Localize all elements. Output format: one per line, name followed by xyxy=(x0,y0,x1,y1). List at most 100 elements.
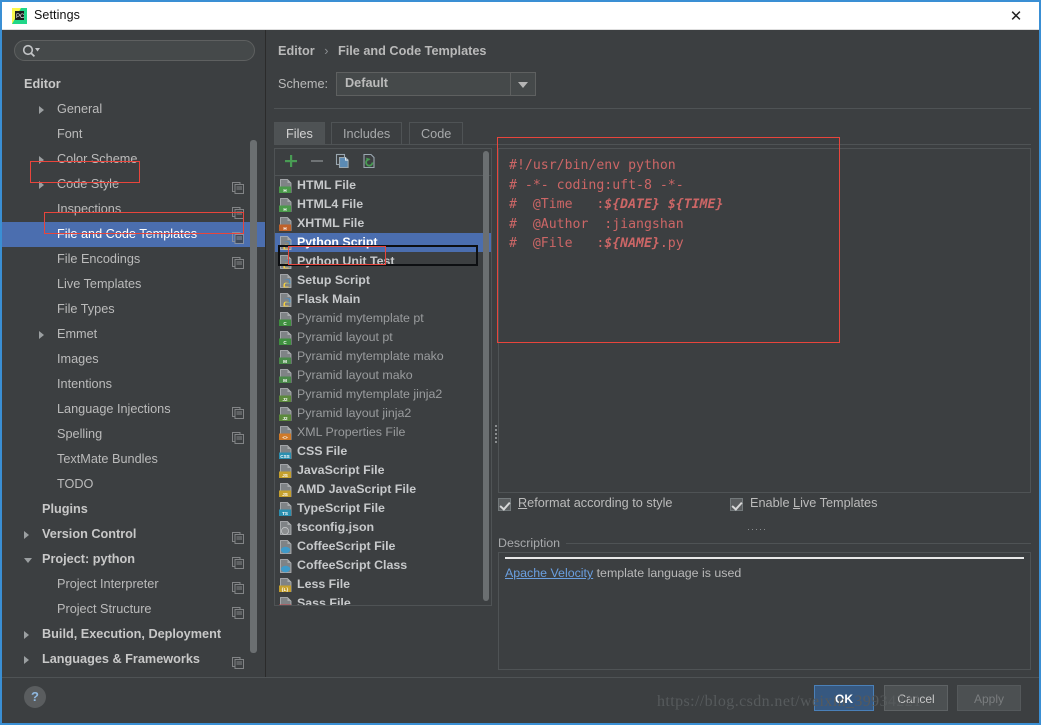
chevron-right-icon[interactable] xyxy=(24,656,29,664)
sidebar-item-live-templates[interactable]: Live Templates xyxy=(2,272,265,297)
template-list-item[interactable]: SASS Sass File xyxy=(275,594,491,605)
tab-files[interactable]: Files xyxy=(274,122,325,145)
template-list-item[interactable]: Python Script xyxy=(275,233,491,252)
template-list-item[interactable]: M Pyramid layout mako xyxy=(275,366,491,385)
sidebar-item-font[interactable]: Font xyxy=(2,122,265,147)
sidebar-item-project-python[interactable]: Project: python xyxy=(2,547,265,572)
template-list-item-label: tsconfig.json xyxy=(297,520,375,534)
sidebar-item-file-encodings[interactable]: File Encodings xyxy=(2,247,265,272)
chevron-right-icon[interactable] xyxy=(24,531,29,539)
chevron-right-icon[interactable] xyxy=(24,631,29,639)
chevron-down-icon[interactable] xyxy=(24,558,32,563)
sidebar-item-images[interactable]: Images xyxy=(2,347,265,372)
search-input[interactable] xyxy=(14,40,255,61)
tabs-underline xyxy=(274,144,1031,145)
template-list-scrollbar[interactable] xyxy=(483,151,489,601)
sidebar-item-editor[interactable]: Editor xyxy=(2,72,265,97)
watermark-text: https://blog.csdn.net/weixin_39934221 xyxy=(657,693,922,710)
template-list-item[interactable]: M Pyramid mytemplate mako xyxy=(275,347,491,366)
tab-includes[interactable]: Includes xyxy=(331,122,403,145)
template-list-item[interactable]: Flask Main xyxy=(275,290,491,309)
sidebar-item-todo[interactable]: TODO xyxy=(2,472,265,497)
sidebar-item-label: Language Injections xyxy=(57,402,171,416)
template-list-item[interactable]: H HTML File xyxy=(275,176,491,195)
scheme-dropdown[interactable]: Default xyxy=(336,72,536,96)
dialog-footer: ? OK Cancel Apply https://blog.csdn.net/… xyxy=(2,677,1039,723)
template-list-item[interactable]: H HTML4 File xyxy=(275,195,491,214)
sidebar-scrollbar[interactable] xyxy=(250,140,257,653)
chevron-right-icon[interactable] xyxy=(39,156,44,164)
sidebar-item-label: Live Templates xyxy=(57,277,142,291)
sidebar-item-inspections[interactable]: Inspections xyxy=(2,197,265,222)
template-list-item[interactable]: <> XML Properties File xyxy=(275,423,491,442)
sidebar-item-textmate-bundles[interactable]: TextMate Bundles xyxy=(2,447,265,472)
sidebar-item-color-scheme[interactable]: Color Scheme xyxy=(2,147,265,172)
sidebar-item-version-control[interactable]: Version Control xyxy=(2,522,265,547)
sidebar-item-label: Spelling xyxy=(57,427,103,441)
template-list[interactable]: H HTML File H HTML4 File H XHTML File Python S… xyxy=(275,175,491,605)
template-list-item[interactable]: {L} Less File xyxy=(275,575,491,594)
sidebar-item-file-types[interactable]: File Types xyxy=(2,297,265,322)
sidebar-item-intentions[interactable]: Intentions xyxy=(2,372,265,397)
ok-button[interactable]: OK xyxy=(814,685,874,711)
sidebar-item-languages-frameworks[interactable]: Languages & Frameworks xyxy=(2,647,265,672)
template-list-item[interactable]: J2 Pyramid mytemplate jinja2 xyxy=(275,385,491,404)
svg-text:<>: <> xyxy=(282,435,288,440)
sidebar-item-general[interactable]: General xyxy=(2,97,265,122)
apache-velocity-link[interactable]: Apache Velocity xyxy=(505,566,593,580)
help-button[interactable]: ? xyxy=(24,686,46,708)
template-editor[interactable]: #!/usr/bin/env python # -*- coding:uft-8… xyxy=(498,148,1031,493)
remove-template-button[interactable] xyxy=(309,153,325,174)
settings-tree[interactable]: Editor General Font Color Scheme Code Style I… xyxy=(2,72,265,678)
scheme-label: Scheme: xyxy=(278,77,329,91)
coffeescript-file-icon xyxy=(279,559,292,573)
settings-content: Editor › File and Code Templates Scheme:… xyxy=(266,30,1039,678)
template-list-item-label: Pyramid layout mako xyxy=(297,368,413,382)
template-list-item[interactable]: C Pyramid layout pt xyxy=(275,328,491,347)
svg-text:M: M xyxy=(283,359,287,364)
template-list-item[interactable]: Setup Script xyxy=(275,271,491,290)
cancel-button[interactable]: Cancel xyxy=(884,685,948,711)
sidebar-item-plugins[interactable]: Plugins xyxy=(2,497,265,522)
template-list-item[interactable]: JS JavaScript File xyxy=(275,461,491,480)
sidebar-item-label: Languages & Frameworks xyxy=(42,652,200,666)
sidebar-item-spelling[interactable]: Spelling xyxy=(2,422,265,447)
minus-icon xyxy=(311,160,323,162)
template-list-item[interactable]: J2 Pyramid layout jinja2 xyxy=(275,404,491,423)
template-list-item[interactable]: TS TypeScript File xyxy=(275,499,491,518)
sidebar-item-build-execution-deployment[interactable]: Build, Execution, Deployment xyxy=(2,622,265,647)
template-list-item[interactable]: JS AMD JavaScript File xyxy=(275,480,491,499)
copyable-settings-icon xyxy=(232,528,244,544)
sidebar-item-label: Plugins xyxy=(42,502,88,516)
copy-template-button[interactable] xyxy=(335,153,351,174)
chevron-right-icon[interactable] xyxy=(39,106,44,114)
template-list-item[interactable]: CoffeeScript File xyxy=(275,537,491,556)
template-list-item-label: Flask Main xyxy=(297,292,361,306)
sidebar-item-code-style[interactable]: Code Style xyxy=(2,172,265,197)
sidebar-item-label: File Types xyxy=(57,302,115,316)
template-list-item[interactable]: tsconfig.json xyxy=(275,518,491,537)
sidebar-item-file-and-code-templates[interactable]: File and Code Templates xyxy=(2,222,265,247)
sidebar-item-emmet[interactable]: Emmet xyxy=(2,322,265,347)
chevron-right-icon[interactable] xyxy=(39,181,44,189)
chevron-down-icon[interactable] xyxy=(510,73,535,95)
sidebar-item-language-injections[interactable]: Language Injections xyxy=(2,397,265,422)
template-list-item[interactable]: CSS CSS File xyxy=(275,442,491,461)
chevron-right-icon[interactable] xyxy=(39,331,44,339)
search-icon xyxy=(22,44,40,58)
close-icon[interactable]: ✕ xyxy=(1001,5,1031,27)
tab-code[interactable]: Code xyxy=(409,122,464,145)
template-list-item[interactable]: C Pyramid mytemplate pt xyxy=(275,309,491,328)
add-template-button[interactable] xyxy=(283,153,299,174)
template-list-item[interactable]: H XHTML File xyxy=(275,214,491,233)
reset-template-button[interactable] xyxy=(361,153,377,174)
template-list-toolbar xyxy=(275,149,491,175)
template-list-item[interactable]: Python Unit Test xyxy=(275,252,491,271)
copyable-settings-icon xyxy=(232,578,244,594)
sidebar-item-project-interpreter[interactable]: Project Interpreter xyxy=(2,572,265,597)
copyable-settings-icon xyxy=(232,653,244,669)
sidebar-item-project-structure[interactable]: Project Structure xyxy=(2,597,265,622)
breadcrumb-parent[interactable]: Editor xyxy=(278,44,315,58)
template-list-item[interactable]: CoffeeScript Class xyxy=(275,556,491,575)
sidebar-item-label: Version Control xyxy=(42,527,137,541)
